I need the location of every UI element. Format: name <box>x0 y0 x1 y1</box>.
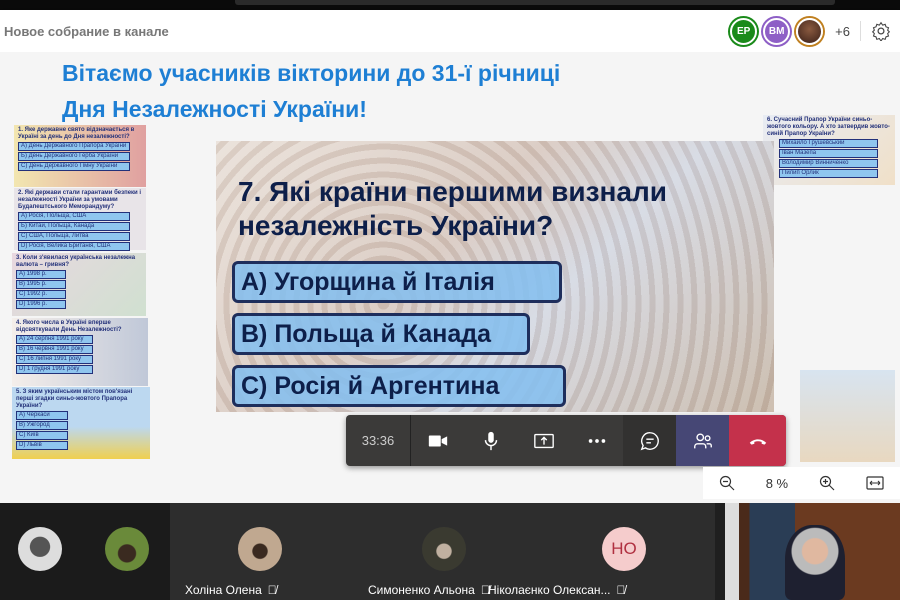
slide-question: 7. Які країни першими визнали незалежніс… <box>238 176 667 241</box>
answer-a: A) Угорщина й Італія <box>232 261 562 303</box>
share-screen-icon <box>533 433 554 448</box>
camera-button[interactable] <box>411 415 464 466</box>
more-icon <box>588 438 605 443</box>
microphone-icon <box>484 431 497 450</box>
heading-line-1: Вітаємо учасників вікторини до 31-ї річн… <box>62 60 561 86</box>
call-timer: 33:36 <box>346 415 411 466</box>
participant-avatar <box>18 527 62 571</box>
participants-button[interactable] <box>676 415 729 466</box>
chat-icon <box>640 431 659 450</box>
participant-name: Холіна Олена 🎙̸ <box>185 583 277 597</box>
share-screen-button[interactable] <box>517 415 570 466</box>
mic-button[interactable] <box>464 415 517 466</box>
gear-icon[interactable] <box>871 21 891 41</box>
participant-avatar <box>422 527 466 571</box>
slide-thumbnail-2: 2. Які держави стали гарантами безпеки і… <box>14 188 146 251</box>
slide-thumbnail-8 <box>800 370 895 462</box>
participant-tiles: Холіна Олена 🎙̸ Симоненко Альона 🎙̸ НО Нік… <box>170 503 715 600</box>
participant-avatar-photo[interactable] <box>796 17 824 45</box>
meeting-header: Новое собрание в канале ЕР ВМ +6 <box>0 10 900 52</box>
mic-off-icon: 🎙̸ <box>616 583 626 597</box>
participant-name: Симоненко Альона 🎙̸ <box>368 583 490 597</box>
more-participants-count[interactable]: +6 <box>835 24 850 39</box>
participant-tile-group[interactable] <box>0 503 170 600</box>
zoom-level: 8 % <box>765 475 789 491</box>
zoom-out-icon[interactable] <box>719 475 735 491</box>
zoom-toolbar: 8 % <box>703 467 900 499</box>
participant-avatar-ep[interactable]: ЕР <box>730 17 758 45</box>
camera-icon <box>428 435 447 446</box>
slide-thumbnail-1: 1. Яке державне свято відзначається в Ук… <box>14 125 146 187</box>
slide-thumbnail-3: 3. Коли з'явилася українська незалежна в… <box>12 253 146 316</box>
zoom-in-icon[interactable] <box>819 475 835 491</box>
slide-thumbnail-4: 4. Якого числа в Україні вперше відсвятк… <box>12 318 148 386</box>
heading-line-2: Дня Незалежності України! <box>62 96 367 122</box>
more-actions-button[interactable] <box>570 415 623 466</box>
fit-to-window-icon[interactable] <box>866 476 884 490</box>
participant-avatar <box>105 527 149 571</box>
people-icon <box>693 432 712 448</box>
participant-initials-avatar: НО <box>602 527 646 571</box>
hang-up-button[interactable] <box>729 415 786 466</box>
slide-thumbnail-6: 6. Сучасний Прапор України синьо-жовтого… <box>763 115 895 185</box>
mic-off-icon: 🎙̸ <box>267 583 277 597</box>
answer-c: C) Росія й Аргентина <box>232 365 566 407</box>
self-video[interactable] <box>725 503 900 600</box>
participant-avatar <box>238 527 282 571</box>
presentation-slide: 7. Які країни першими визнали незалежніс… <box>216 141 774 412</box>
divider <box>860 21 861 41</box>
participant-avatar-vm[interactable]: ВМ <box>763 17 791 45</box>
call-controls: 33:36 <box>346 415 786 466</box>
answer-b: B) Польща й Канада <box>232 313 530 355</box>
meeting-title: Новое собрание в канале <box>4 23 169 39</box>
participant-name: Ніколаєнко Олексан... 🎙̸ <box>488 583 626 597</box>
window-top-bar <box>0 0 900 10</box>
slide-thumbnail-5: 5. З яким українським містом пов'язані п… <box>12 387 150 459</box>
chat-button[interactable] <box>623 415 676 466</box>
hang-up-icon <box>749 438 766 445</box>
